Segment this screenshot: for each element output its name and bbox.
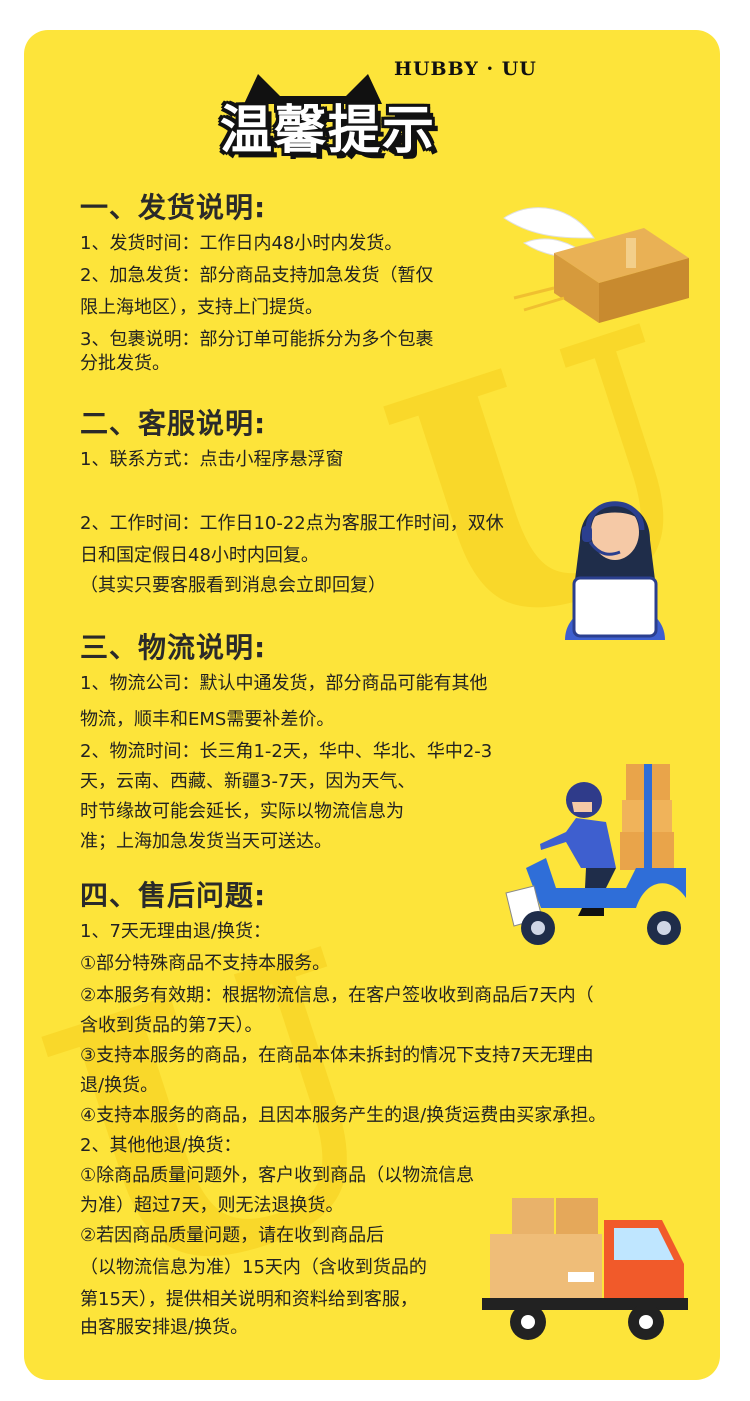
after-sales-line: ②若因商品质量问题，请在收到商品后 [80,1225,385,1246]
after-sales-line: ①部分特殊商品不支持本服务。 [80,953,331,974]
after-sales-line: 由客服安排退/换货。 [80,1317,249,1338]
after-sales-line: 退/换货。 [80,1075,159,1096]
brand-name: HUBBY · UU [394,58,537,80]
delivery-truck-icon [482,1198,688,1340]
customer-service-line: （其实只要客服看到消息会立即回复） [80,575,386,596]
after-sales-line: 为准）超过7天，则无法退换货。 [80,1195,344,1216]
after-sales-line: ②本服务有效期：根据物流信息，在客户签收收到商品后7天内（ [80,985,594,1006]
after-sales-line: ①除商品质量问题外，客户收到商品（以物流信息 [80,1165,475,1186]
after-sales-line: ④支持本服务的商品，且因本服务产生的退/换货运费由买家承担。 [80,1105,607,1126]
notice-card: U U HUBBY · UU 温馨提示 一、发货说明: 1、发货时间：工作日内4… [24,30,720,1380]
section-title-after-sales: 四、售后问题: [80,879,267,912]
shipping-line: 1、发货时间：工作日内48小时内发货。 [80,233,403,254]
after-sales-line: 1、7天无理由退/换货： [80,921,271,942]
after-sales-line: （以物流信息为准）15天内（含收到货品的 [80,1257,427,1278]
shipping-line: 限上海地区），支持上门提货。 [80,297,323,318]
after-sales-line: ③支持本服务的商品，在商品本体未拆封的情况下支持7天无理由 [80,1045,594,1066]
section-title-customer-service: 二、客服说明: [80,407,267,440]
customer-service-agent-icon [565,501,665,640]
section-title-logistics: 三、物流说明: [80,631,267,664]
logistics-line: 时节缘故可能会延长，实际以物流信息为 [80,801,404,822]
page-title: 温馨提示 [220,101,437,161]
logistics-line: 天，云南、西藏、新疆3-7天，因为天气、 [80,771,416,792]
after-sales-line: 2、其他他退/换货： [80,1135,242,1156]
winged-box-icon [503,207,689,323]
logistics-line: 准；上海加急发货当天可送达。 [80,831,332,852]
customer-service-line: 2、工作时间：工作日10-22点为客服工作时间，双休 [80,513,504,534]
after-sales-line: 含收到货品的第7天）。 [80,1015,263,1036]
logistics-line: 2、物流时间：长三角1-2天，华中、华北、华中2-3 [80,741,493,762]
section-title-shipping: 一、发货说明: [80,191,267,224]
logistics-line: 1、物流公司：默认中通发货，部分商品可能有其他 [80,673,488,694]
scooter-delivery-icon [505,764,686,945]
customer-service-line: 1、联系方式：点击小程序悬浮窗 [80,449,344,470]
shipping-line: 分批发货。 [80,353,170,374]
shipping-line: 2、加急发货：部分商品支持加急发货（暂仅 [80,265,434,286]
header: HUBBY · UU 温馨提示 [24,30,720,190]
customer-service-line: 日和国定假日48小时内回复。 [80,545,319,566]
logistics-line: 物流，顺丰和EMS需要补差价。 [80,709,335,730]
